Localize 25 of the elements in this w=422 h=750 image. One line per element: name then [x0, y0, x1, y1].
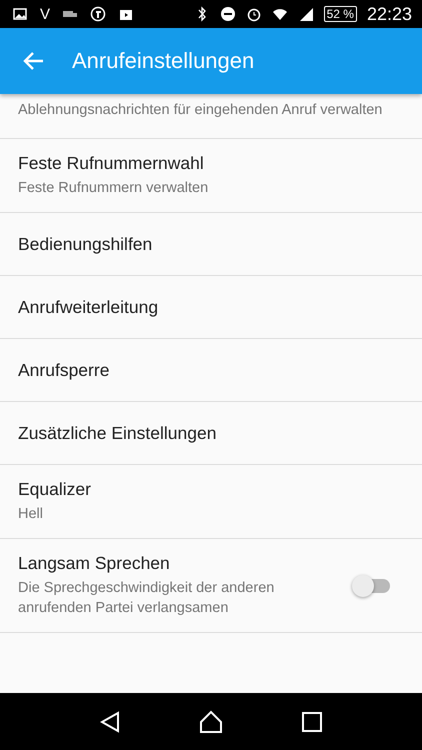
recents-icon[interactable]	[302, 712, 322, 732]
back-arrow-icon[interactable]	[22, 51, 44, 71]
setting-summary: Ablehnungsnachrichten für eingehenden Anruf verwalten	[18, 101, 384, 120]
circle-icon	[90, 6, 106, 22]
home-icon[interactable]	[198, 710, 223, 734]
do-not-disturb-icon	[220, 6, 236, 22]
carrier-label: V	[40, 6, 50, 22]
setting-title: Feste Rufnummernwahl	[18, 153, 205, 174]
wifi-icon	[272, 6, 288, 22]
setting-title: Bedienungshilfen	[18, 234, 154, 254]
setting-title: Anrufsperre	[18, 360, 110, 380]
battery-indicator: 52 %	[324, 6, 357, 22]
signal-icon	[298, 6, 314, 22]
setting-summary: Die Sprechgeschwindigkeit der anderen anrufenden Partei verlangsamen	[18, 579, 276, 618]
image-icon	[12, 6, 28, 22]
setting-title: Anrufweiterleitung	[18, 296, 160, 318]
clock: 22:23	[366, 4, 412, 24]
setting-title: Zusätzliche Einstellungen	[18, 422, 218, 444]
back-icon[interactable]	[100, 710, 120, 732]
setting-summary: Hell	[18, 505, 44, 524]
alarm-icon	[246, 6, 262, 22]
setting-summary: Feste Rufnummern verwalten	[18, 179, 210, 198]
setting-title: Equalizer	[18, 479, 92, 500]
setting-title: Langsam Sprechen	[18, 553, 171, 574]
screen-title: Anrufeinstellungen	[72, 48, 254, 74]
